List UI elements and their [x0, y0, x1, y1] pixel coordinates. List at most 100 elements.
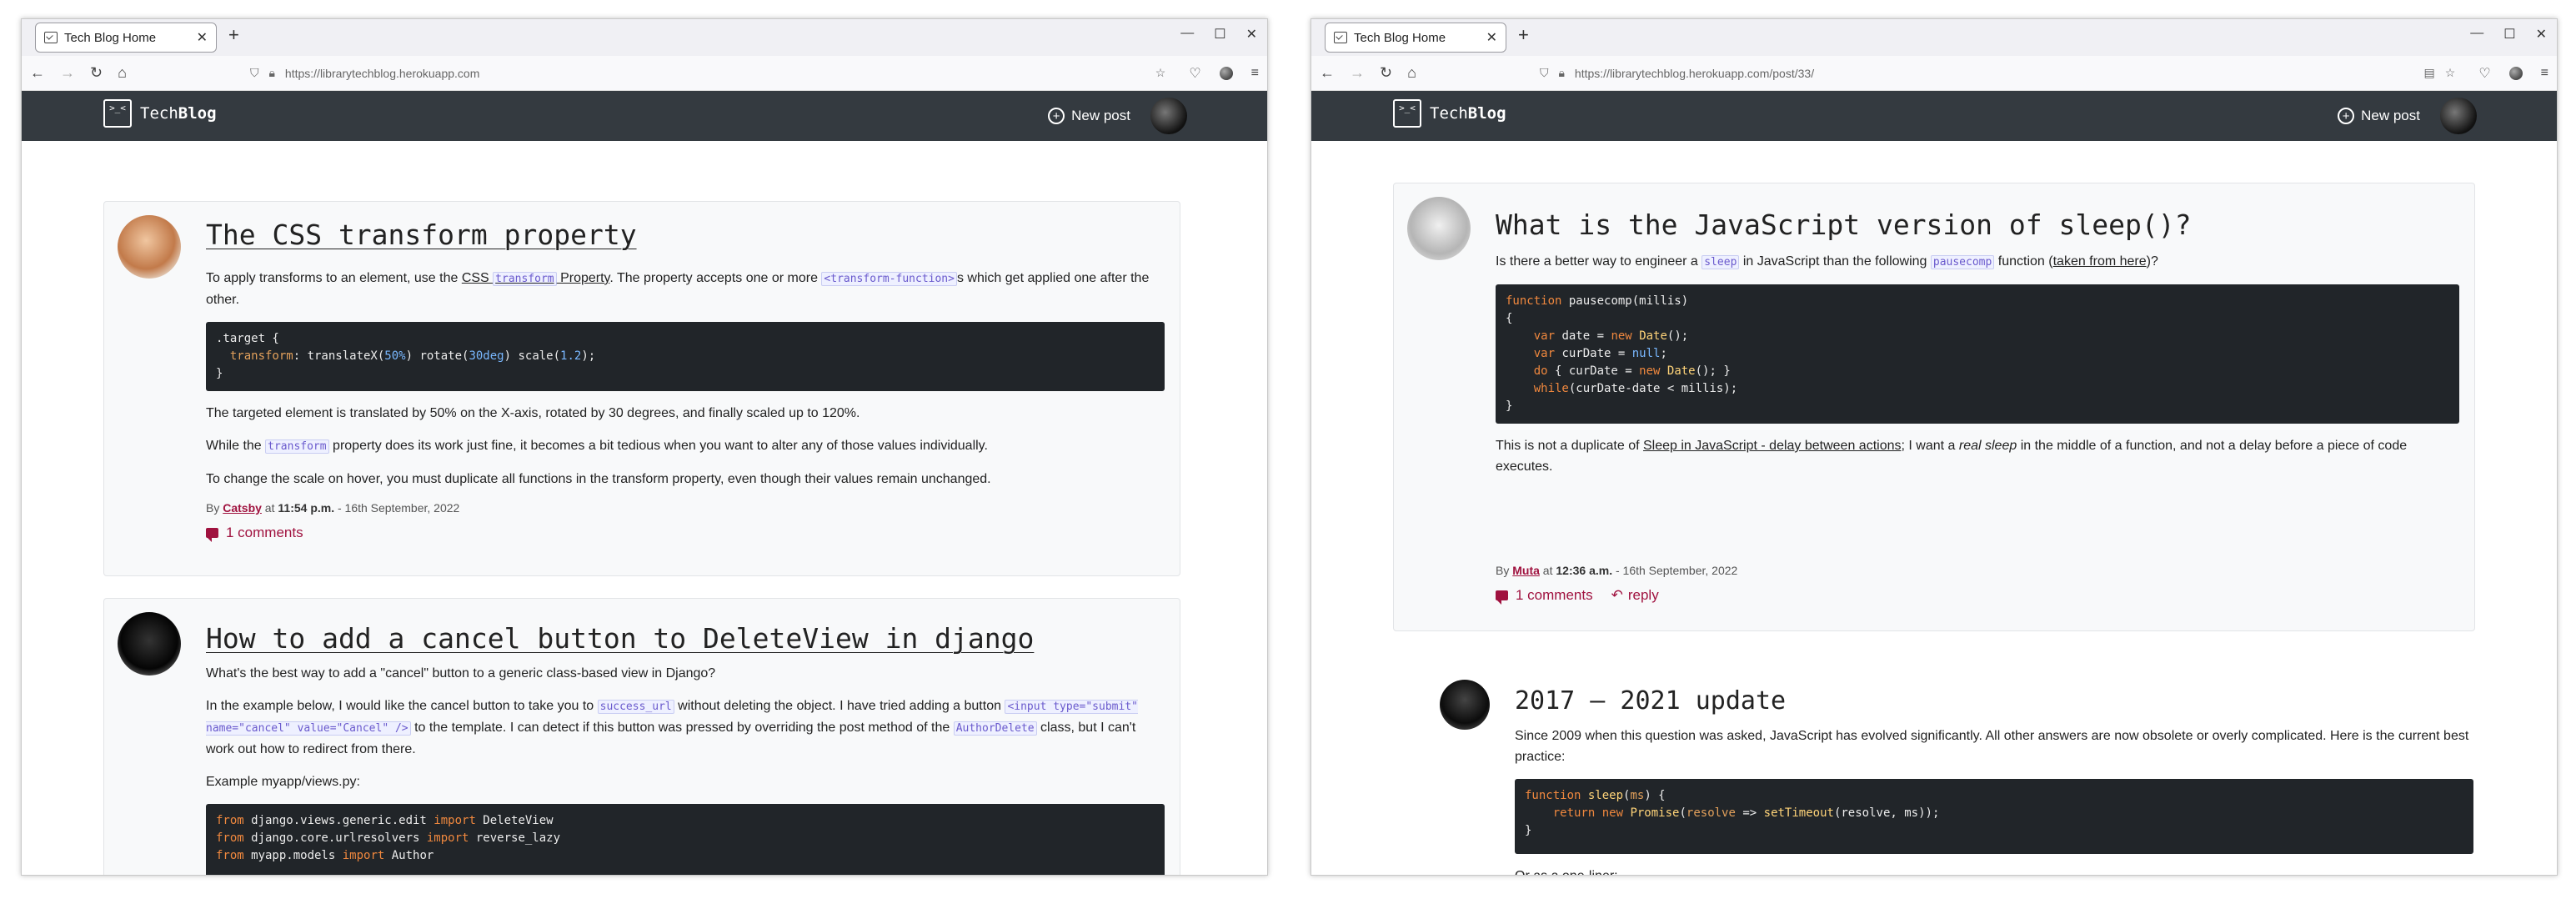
text: Property [556, 271, 610, 285]
brand-blog: Blog [1467, 104, 1506, 123]
forward-icon[interactable]: → [60, 64, 75, 82]
post-title[interactable]: The CSS transform property [206, 218, 1165, 251]
home-icon[interactable]: ⌂ [1407, 64, 1416, 82]
css-transform-link[interactable]: CSS transform Property [462, 271, 610, 286]
code-text: django.core.urlresolvers [243, 831, 427, 845]
post-card: The CSS transform property To apply tran… [103, 201, 1180, 576]
text: at [261, 501, 278, 515]
author-link[interactable]: Catsby [223, 501, 262, 515]
code-block: from django.views.generic.edit import De… [206, 804, 1165, 875]
bookmark-star-icon[interactable]: ☆ [1155, 66, 1166, 80]
lock-icon: 🔒︎ [1558, 66, 1565, 79]
comments-link[interactable]: 1 comments [206, 525, 303, 542]
minimize-icon[interactable]: — [1180, 26, 1194, 43]
browser-tab[interactable]: Tech Blog Home ✕ [1325, 23, 1506, 53]
menu-icon[interactable]: ≡ [2541, 66, 2548, 81]
inline-code: transform [493, 272, 557, 286]
post-body: The CSS transform property To apply tran… [206, 218, 1165, 542]
maximize-icon[interactable]: ☐ [2503, 26, 2515, 43]
maximize-icon[interactable]: ☐ [1214, 26, 1225, 43]
post-paragraph: What's the best way to add a "cancel" bu… [206, 666, 716, 681]
address-bar[interactable]: ⛉ 🔒︎ https://librarytechblog.herokuapp.c… [242, 61, 1174, 86]
text: without deleting the object. I have trie… [674, 699, 1005, 713]
post-byline: By Catsby at 11:54 p.m. - 16th September… [206, 501, 1165, 515]
inline-code: AuthorDelete [953, 721, 1037, 736]
reload-icon[interactable]: ↻ [1380, 64, 1392, 82]
site-logo[interactable]: >_< TechBlog [103, 99, 217, 128]
author-avatar[interactable] [118, 215, 181, 279]
code-text: Author [384, 849, 434, 862]
forward-icon[interactable]: → [1350, 64, 1365, 82]
tab-bar: Tech Blog Home ✕ + — ☐ ✕ [1311, 19, 2557, 56]
pocket-icon[interactable]: ♡ [2478, 65, 2490, 82]
site-logo[interactable]: >_< TechBlog [1393, 99, 1506, 128]
close-window-icon[interactable]: ✕ [1246, 26, 1257, 43]
close-tab-icon[interactable]: ✕ [197, 29, 208, 46]
code-text: 50% [384, 349, 406, 363]
back-icon[interactable]: ← [1320, 64, 1335, 82]
account-avatar-icon[interactable] [2508, 66, 2523, 80]
lock-icon: 🔒︎ [268, 66, 275, 79]
post-paragraph: To change the scale on hover, you must d… [206, 472, 991, 486]
code-text: import [434, 814, 476, 827]
back-icon[interactable]: ← [30, 64, 45, 82]
author-link[interactable]: Muta [1512, 564, 1540, 577]
reply-link[interactable]: ↶ reply [1611, 587, 1659, 604]
new-post-link[interactable]: + New post [1048, 108, 1130, 124]
pocket-icon[interactable]: ♡ [1189, 65, 1200, 82]
post-title[interactable]: How to add a cancel button to DeleteView… [206, 622, 1165, 655]
new-tab-icon[interactable]: + [228, 24, 239, 46]
nav-toolbar: ← → ↻ ⌂ ⛉ 🔒︎ https://librarytechblog.her… [22, 56, 1267, 91]
new-post-link[interactable]: + New post [2338, 108, 2420, 124]
comment-icon [1496, 590, 1508, 605]
home-icon[interactable]: ⌂ [118, 64, 127, 82]
post-byline: By Muta at 12:36 a.m. - 16th September, … [1496, 564, 2459, 577]
author-avatar[interactable] [1407, 197, 1471, 260]
text: ; I want a [1901, 439, 1959, 453]
inline-code: transform [265, 439, 329, 454]
text: function ( [1994, 254, 2053, 269]
brand-tech: Tech [140, 104, 178, 123]
code-block: function pausecomp(millis) { var date = … [1496, 284, 2459, 424]
code-text: django.views.generic.edit [243, 814, 434, 827]
browser-tab[interactable]: Tech Blog Home ✕ [35, 23, 217, 53]
taken-from-here-link[interactable]: taken from here [2053, 254, 2147, 269]
site-header: >_< TechBlog + New post [22, 91, 1267, 141]
code-text: 1.2 [560, 349, 582, 363]
nav-toolbar: ← → ↻ ⌂ ⛉ 🔒︎ https://librarytechblog.her… [1311, 56, 2557, 91]
header-actions: + New post [2338, 98, 2477, 134]
shield-icon[interactable]: ⛉ [250, 66, 259, 80]
account-avatar-icon[interactable] [1219, 66, 1233, 80]
new-post-label: New post [1071, 108, 1130, 123]
code-text: import [342, 849, 385, 862]
comments-link[interactable]: 1 comments [1496, 587, 1593, 605]
author-avatar[interactable] [118, 612, 181, 676]
logo-icon: >_< [1393, 99, 1421, 128]
url-text[interactable]: https://librarytechblog.herokuapp.com [285, 67, 1145, 80]
new-tab-icon[interactable]: + [1518, 24, 1529, 46]
post-paragraph: Example myapp/views.py: [206, 775, 360, 789]
address-bar[interactable]: ⛉ 🔒︎ https://librarytechblog.herokuapp.c… [1531, 61, 2463, 86]
user-avatar[interactable] [1150, 98, 1187, 134]
toolbar-icons: ♡ ≡ [1189, 65, 1259, 82]
bookmark-star-icon[interactable]: ☆ [2445, 66, 2456, 80]
answer-author-avatar[interactable] [1440, 680, 1490, 730]
code-text: translateX( [307, 349, 385, 363]
post-date: - 16th September, 2022 [1612, 564, 1738, 577]
menu-icon[interactable]: ≡ [1251, 66, 1259, 81]
comments-count: 1 comments [226, 525, 303, 540]
sleep-in-javascript-link[interactable]: Sleep in JavaScript - delay between acti… [1643, 439, 1902, 453]
close-tab-icon[interactable]: ✕ [1486, 29, 1497, 46]
text: )? [2146, 254, 2158, 269]
inline-code: pausecomp [1930, 255, 1995, 269]
shield-icon[interactable]: ⛉ [1540, 66, 1549, 80]
code-text: transform [229, 349, 293, 363]
comments-row: 1 comments ↶ reply [1496, 587, 2459, 605]
user-avatar[interactable] [2440, 98, 2477, 134]
reader-view-icon[interactable]: ▤ [2424, 66, 2435, 80]
reload-icon[interactable]: ↻ [90, 64, 103, 82]
url-text[interactable]: https://librarytechblog.herokuapp.com/po… [1575, 67, 2414, 80]
text: to the template. I can detect if this bu… [410, 721, 954, 735]
minimize-icon[interactable]: — [2470, 26, 2483, 43]
close-window-icon[interactable]: ✕ [2536, 26, 2547, 43]
